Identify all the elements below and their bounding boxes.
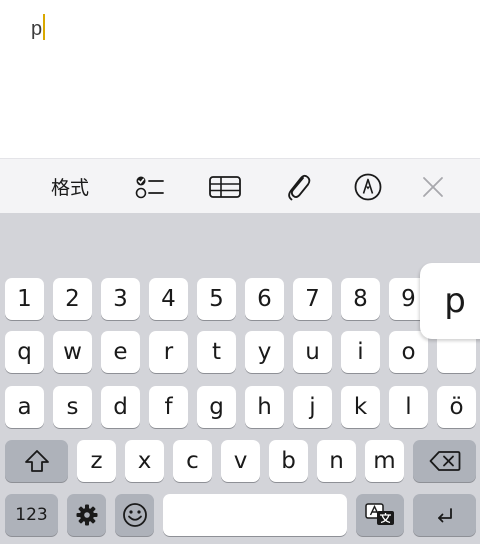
key-z[interactable]: z bbox=[77, 440, 116, 482]
table-button[interactable] bbox=[205, 159, 245, 214]
format-button-label: 格式 bbox=[50, 177, 89, 199]
key-t[interactable]: t bbox=[197, 331, 236, 373]
key-2[interactable]: 2 bbox=[53, 278, 92, 320]
table-icon bbox=[209, 175, 241, 198]
translate-icon bbox=[365, 503, 394, 525]
key-1[interactable]: 1 bbox=[5, 278, 44, 320]
key-i[interactable]: i bbox=[341, 331, 380, 373]
attachment-button[interactable] bbox=[278, 159, 318, 214]
key-g[interactable]: g bbox=[197, 386, 236, 428]
backspace-icon bbox=[429, 451, 460, 471]
close-toolbar-button[interactable] bbox=[418, 159, 448, 214]
key-m[interactable]: m bbox=[365, 440, 404, 482]
key-s[interactable]: s bbox=[53, 386, 92, 428]
language-key[interactable] bbox=[356, 494, 404, 536]
paperclip-icon bbox=[288, 174, 311, 200]
key-k[interactable]: k bbox=[341, 386, 380, 428]
numbers-mode-key[interactable]: 123 bbox=[5, 494, 58, 536]
key-6[interactable]: 6 bbox=[245, 278, 284, 320]
key-d[interactable]: d bbox=[101, 386, 140, 428]
note-body[interactable]: p bbox=[0, 0, 480, 158]
close-icon bbox=[423, 176, 443, 197]
markup-icon bbox=[354, 173, 382, 200]
shift-key[interactable] bbox=[5, 440, 68, 482]
key-4[interactable]: 4 bbox=[149, 278, 188, 320]
note-text[interactable]: p bbox=[31, 14, 46, 41]
key-3[interactable]: 3 bbox=[101, 278, 140, 320]
gear-icon bbox=[76, 504, 97, 526]
checklist-button[interactable] bbox=[130, 159, 170, 214]
format-toolbar: 格式 bbox=[0, 158, 480, 213]
key-7[interactable]: 7 bbox=[293, 278, 332, 320]
key-u[interactable]: u bbox=[293, 331, 332, 373]
key-y[interactable]: y bbox=[245, 331, 284, 373]
key-8[interactable]: 8 bbox=[341, 278, 380, 320]
note-text-content: p bbox=[31, 18, 43, 40]
key-j[interactable]: j bbox=[293, 386, 332, 428]
key-r[interactable]: r bbox=[149, 331, 188, 373]
space-key[interactable] bbox=[163, 494, 347, 536]
key-o[interactable]: o bbox=[389, 331, 428, 373]
key-n[interactable]: n bbox=[317, 440, 356, 482]
key-f[interactable]: f bbox=[149, 386, 188, 428]
return-icon bbox=[437, 508, 452, 523]
key-c[interactable]: c bbox=[173, 440, 212, 482]
shift-icon bbox=[24, 450, 49, 472]
checklist-icon bbox=[135, 176, 164, 198]
key-h[interactable]: h bbox=[245, 386, 284, 428]
key-w[interactable]: w bbox=[53, 331, 92, 373]
return-key[interactable] bbox=[413, 494, 476, 536]
key-v[interactable]: v bbox=[221, 440, 260, 482]
key-q[interactable]: q bbox=[5, 331, 44, 373]
format-button[interactable]: 格式 bbox=[40, 159, 100, 214]
key-x[interactable]: x bbox=[125, 440, 164, 482]
key-e[interactable]: e bbox=[101, 331, 140, 373]
text-caret bbox=[43, 14, 46, 40]
key-preview-popup: p bbox=[420, 263, 480, 339]
key-l[interactable]: l bbox=[389, 386, 428, 428]
settings-key[interactable] bbox=[67, 494, 106, 536]
key-a[interactable]: a bbox=[5, 386, 44, 428]
delete-key[interactable] bbox=[413, 440, 476, 482]
key-5[interactable]: 5 bbox=[197, 278, 236, 320]
markup-button[interactable] bbox=[350, 159, 386, 214]
key-o-umlaut[interactable]: ö bbox=[437, 386, 476, 428]
key-b[interactable]: b bbox=[269, 440, 308, 482]
emoji-key[interactable] bbox=[115, 494, 154, 536]
emoji-icon bbox=[122, 503, 147, 527]
